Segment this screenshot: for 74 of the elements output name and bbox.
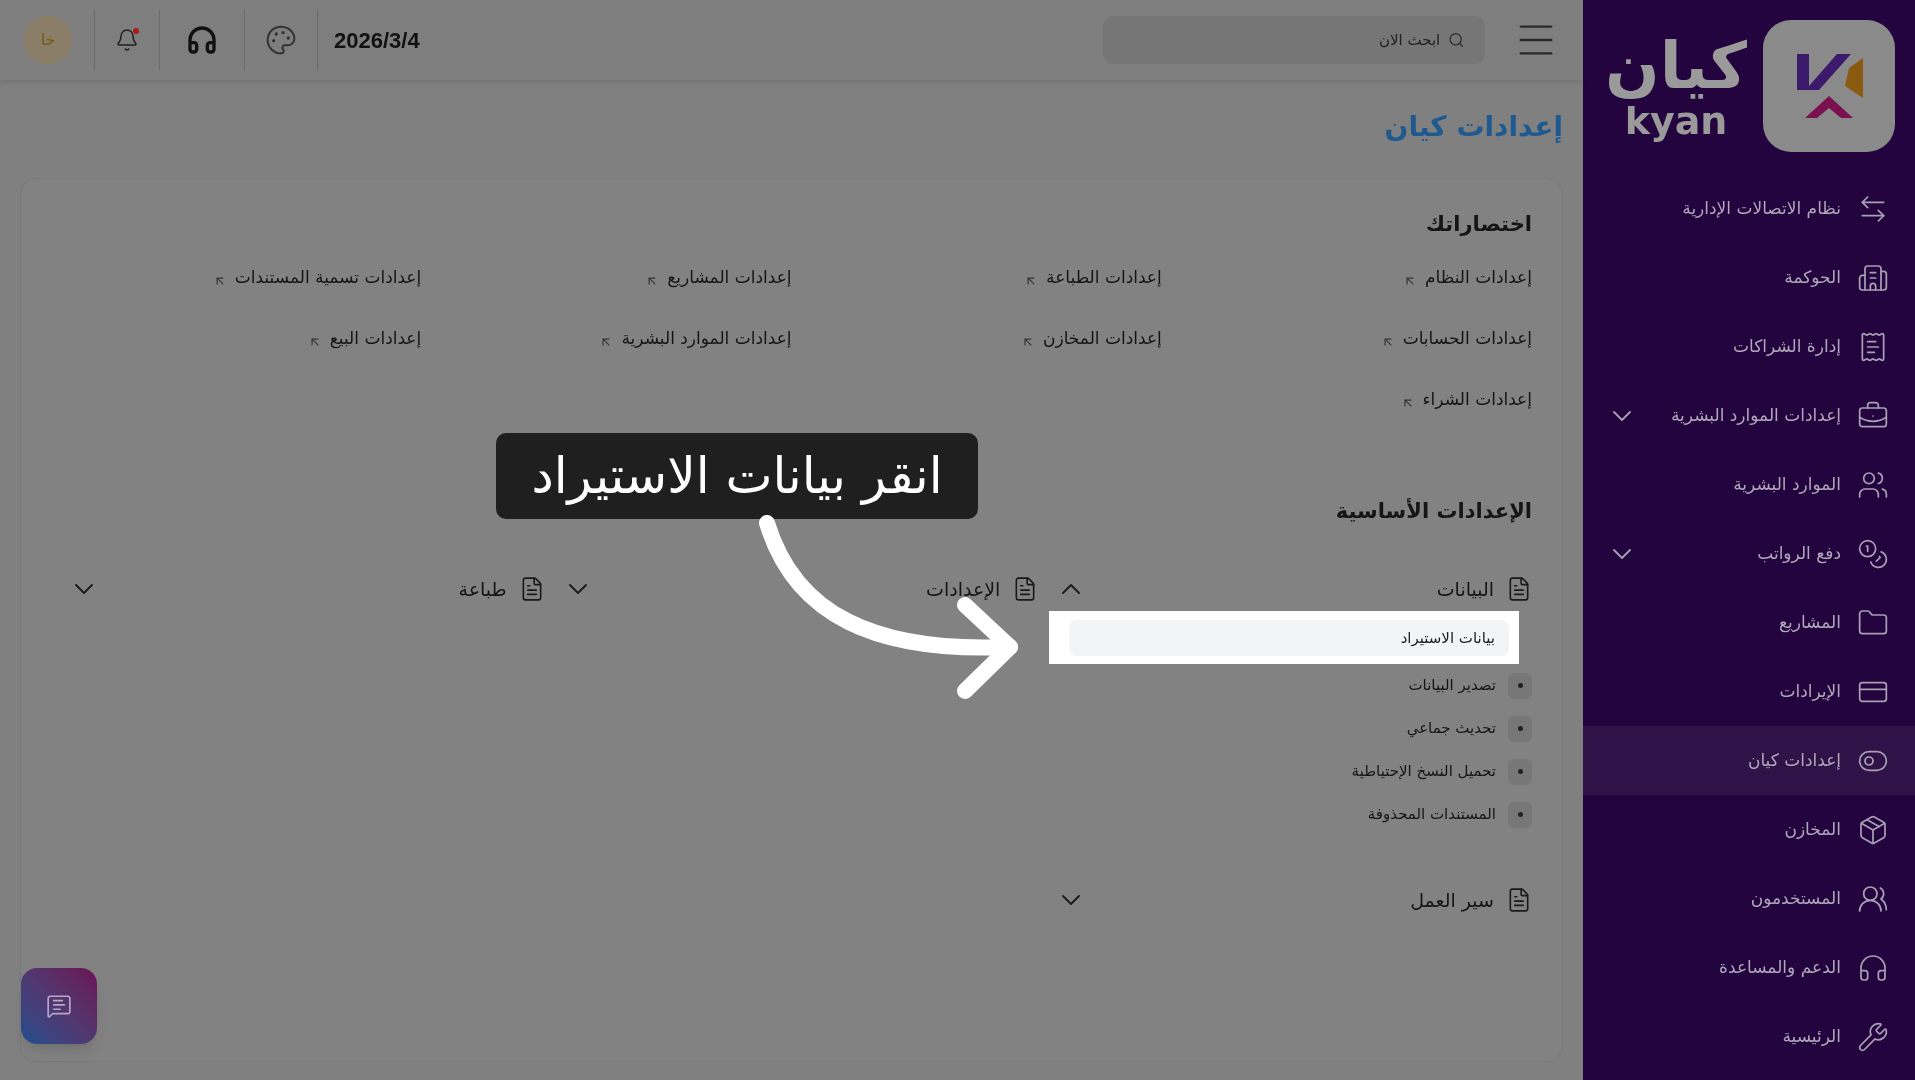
chevron-icon [1613,548,1631,559]
bell-icon [115,28,139,52]
shortcut-link[interactable]: إعدادات المشاريع [421,262,792,294]
shortcut-link[interactable]: إعدادات الشراء [1161,384,1532,416]
sidebar-item[interactable]: المشاريع [1583,588,1915,657]
shortcut-link[interactable]: إعدادات الطباعة [791,262,1162,294]
sidebar-item[interactable]: الرئيسية [1583,1002,1915,1071]
sidebar-item[interactable]: المستخدمون [1583,864,1915,933]
date-label: 2026/3/4 [334,26,420,55]
sidebar-label: المشاريع [1778,610,1841,635]
chat-button[interactable] [21,968,97,1044]
chat-icon [46,993,72,1019]
logo-wordmark-latin: kyan [1624,101,1728,141]
logo-icon [1763,20,1895,152]
chevron-icon [568,584,587,594]
shortcut-link[interactable]: إعدادات النظام [1161,262,1532,294]
sidebar-label: إعدادات الموارد البشرية [1670,403,1841,427]
sidebar-item[interactable]: إعدادات كيان [1583,726,1915,795]
notification-button[interactable] [115,28,139,52]
tour-tooltip: انقر بيانات الاستيراد [496,433,978,519]
chevron-icon [1062,895,1081,905]
sidebar-item[interactable]: الإيرادات [1583,657,1915,726]
list-item[interactable]: تحميل النسخ الإحتياطية [1351,760,1496,783]
shortcut-link[interactable]: إعدادات البيع [51,323,422,355]
list-item[interactable]: المستندات المحذوفة [1367,803,1496,826]
accordion-header[interactable]: طباعة [75,569,545,609]
accordion-header[interactable]: البيانات [1062,569,1532,609]
sidebar-label: المخازن [1784,817,1841,841]
sidebar-item[interactable]: إدارة الشراكات [1583,312,1915,381]
section-heading: الإعدادات الأساسية [1334,497,1532,525]
chevron-icon [1062,584,1081,594]
logo-wordmark: كيان [1605,31,1747,101]
sidebar-label: إدارة الشراكات [1733,334,1841,358]
list-item[interactable]: تصدير البيانات [1408,674,1496,697]
shortcut-link[interactable]: إعدادات تسمية المستندات [51,262,422,294]
headset-icon[interactable] [186,24,218,56]
box-icon [1857,813,1889,846]
sidebar-label: الرئيسية [1782,1024,1841,1048]
sidebar-label: دفع الرواتب [1757,541,1841,566]
sidebar-item[interactable]: الموارد البشرية [1583,450,1915,519]
palette-icon[interactable] [265,24,297,56]
sidebar-label: الإيرادات [1779,679,1841,703]
accordion-header[interactable]: سير العمل [1062,880,1532,920]
shortcut-link[interactable]: إعدادات المخازن [791,323,1162,355]
bullet-icon [1508,715,1532,742]
sidebar-item[interactable]: إعدادات الموارد البشرية [1583,381,1915,450]
section-heading: اختصاراتك [1424,211,1532,238]
bullet-icon [1508,758,1532,785]
chevron-icon [1613,410,1631,421]
coins-icon [1857,537,1889,570]
sidebar-label: الموارد البشرية [1733,472,1841,496]
sidebar-item[interactable]: دفع الرواتب [1583,519,1915,588]
page-title: إعدادات كيان [1383,109,1564,145]
accordion-header[interactable]: الإعدادات [568,569,1039,609]
search-icon [1448,31,1465,49]
sidebar-item[interactable]: المخازن [1583,795,1915,864]
search-input[interactable]: ابحث الان [1123,28,1441,52]
sidebar-label: المستخدمون [1750,886,1841,910]
tools-icon [1857,1020,1889,1053]
sidebar-label: الدعم والمساعدة [1719,955,1841,979]
sidebar-label: إعدادات كيان [1747,748,1841,772]
search-field[interactable]: ابحث الان [1103,16,1485,64]
sidebar-item[interactable]: الدعم والمساعدة [1583,933,1915,1002]
list-item[interactable]: تحديث جماعي [1406,717,1496,740]
list-item[interactable]: بيانات الاستيراد [1069,620,1509,656]
bullet-icon [1508,672,1532,699]
bullet-icon [1508,801,1532,828]
chevron-icon [75,584,93,594]
sidebar-label: نظام الاتصالات الإدارية [1682,196,1841,220]
sidebar-item[interactable]: الحوكمة [1583,243,1915,312]
sidebar-label: الحوكمة [1784,265,1841,289]
shortcut-link[interactable]: إعدادات الحسابات [1161,323,1532,355]
sidebar-item[interactable]: نظام الاتصالات الإدارية [1583,174,1915,243]
shortcut-link[interactable]: إعدادات الموارد البشرية [421,323,792,355]
